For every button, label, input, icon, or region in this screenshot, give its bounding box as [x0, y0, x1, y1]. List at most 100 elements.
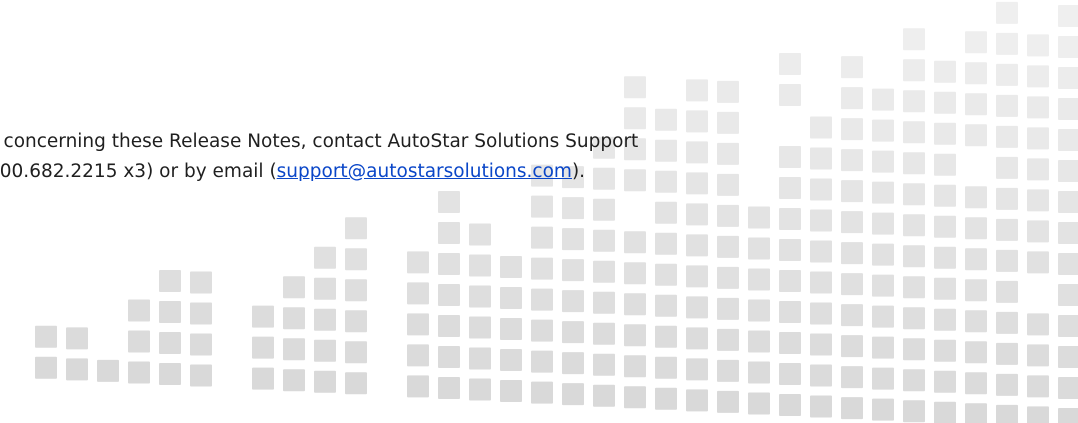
pattern-tile — [469, 285, 491, 308]
pattern-tile — [686, 296, 708, 319]
pattern-tile — [531, 319, 553, 342]
pattern-tile — [345, 372, 367, 395]
pattern-tile — [996, 63, 1018, 86]
pattern-tile — [562, 197, 584, 220]
pattern-tile — [407, 251, 429, 274]
pattern-tile — [531, 195, 553, 218]
pattern-tile — [965, 186, 987, 209]
support-contact-notice: s concerning these Release Notes, contac… — [0, 127, 988, 187]
pattern-tile — [438, 221, 460, 244]
pattern-tile — [717, 80, 739, 103]
pattern-tile — [965, 310, 987, 333]
pattern-tile — [190, 364, 212, 387]
pattern-tile — [314, 339, 336, 362]
pattern-tile — [1058, 314, 1078, 337]
pattern-tile — [717, 359, 739, 382]
pattern-tile — [1058, 35, 1078, 58]
pattern-tile — [965, 217, 987, 240]
pattern-tile — [779, 84, 801, 106]
pattern-tile — [531, 257, 553, 280]
decorative-square-pattern — [35, 1, 1078, 423]
pattern-tile — [934, 91, 956, 114]
pattern-tile — [779, 332, 801, 354]
pattern-tile — [1058, 66, 1078, 89]
pattern-tile — [1058, 252, 1078, 275]
pattern-tile — [779, 239, 801, 261]
pattern-tile — [562, 352, 584, 375]
pattern-tile — [1027, 375, 1049, 398]
pattern-tile — [996, 342, 1018, 365]
pattern-tiles — [35, 1, 1078, 423]
pattern-tile — [655, 294, 677, 317]
pattern-tile — [996, 187, 1018, 210]
pattern-tile — [1027, 344, 1049, 367]
pattern-tile — [1027, 189, 1049, 212]
pattern-tile — [283, 369, 305, 392]
pattern-tile — [841, 56, 863, 79]
pattern-tile — [1058, 159, 1078, 182]
pattern-tile — [1058, 283, 1078, 306]
pattern-tile — [903, 369, 925, 392]
pattern-tile — [1058, 97, 1078, 120]
pattern-tile — [996, 32, 1018, 55]
pattern-tile — [872, 336, 894, 359]
pattern-tile — [717, 204, 739, 227]
pattern-tile — [1027, 34, 1049, 57]
pattern-tile — [903, 28, 925, 51]
pattern-tile — [903, 307, 925, 330]
pattern-tile — [35, 356, 57, 379]
pattern-tile — [66, 358, 88, 381]
pattern-tile — [500, 287, 522, 310]
pattern-tile — [128, 361, 150, 384]
pattern-tile — [66, 327, 88, 350]
pattern-tile — [965, 31, 987, 54]
document-page: s concerning these Release Notes, contac… — [0, 0, 1078, 423]
pattern-tile — [438, 252, 460, 275]
pattern-tile — [624, 355, 646, 378]
pattern-tile — [407, 313, 429, 336]
pattern-tile — [934, 339, 956, 362]
notice-line-2-start: 800.682.2215 x3) or by email ( — [0, 161, 277, 182]
pattern-tile — [438, 376, 460, 399]
pattern-tile — [438, 283, 460, 306]
pattern-tile — [1027, 65, 1049, 88]
pattern-tile — [934, 277, 956, 300]
pattern-tile — [469, 378, 491, 401]
pattern-tile — [407, 282, 429, 305]
pattern-tile — [531, 381, 553, 404]
pattern-tile — [686, 358, 708, 381]
pattern-tile — [996, 280, 1018, 303]
pattern-tile — [593, 291, 615, 314]
pattern-tile — [748, 206, 770, 229]
pattern-tile — [872, 398, 894, 421]
pattern-tile — [314, 246, 336, 269]
pattern-tile — [655, 387, 677, 410]
pattern-tile — [593, 384, 615, 407]
pattern-tile — [934, 215, 956, 238]
pattern-tile — [562, 290, 584, 313]
pattern-tile — [1027, 96, 1049, 119]
notice-line-1: s concerning these Release Notes, contac… — [0, 131, 639, 152]
pattern-tile — [996, 404, 1018, 423]
pattern-tile — [965, 279, 987, 302]
pattern-tile — [686, 203, 708, 226]
support-email-link[interactable]: support@autostarsolutions.com — [277, 161, 572, 182]
pattern-tile — [686, 79, 708, 102]
pattern-tile — [593, 229, 615, 252]
pattern-tile — [159, 332, 181, 354]
pattern-tile — [996, 156, 1018, 179]
pattern-tile — [965, 372, 987, 395]
pattern-tile — [500, 349, 522, 372]
pattern-tile — [655, 325, 677, 348]
pattern-tile — [345, 248, 367, 271]
pattern-tile — [469, 254, 491, 277]
pattern-tile — [717, 390, 739, 413]
pattern-tile — [159, 301, 181, 323]
pattern-tile — [345, 217, 367, 240]
pattern-tile — [872, 367, 894, 390]
pattern-tile — [934, 308, 956, 331]
pattern-tile — [283, 338, 305, 361]
pattern-tile — [1027, 406, 1049, 423]
pattern-tile — [841, 335, 863, 358]
pattern-tile — [562, 259, 584, 282]
